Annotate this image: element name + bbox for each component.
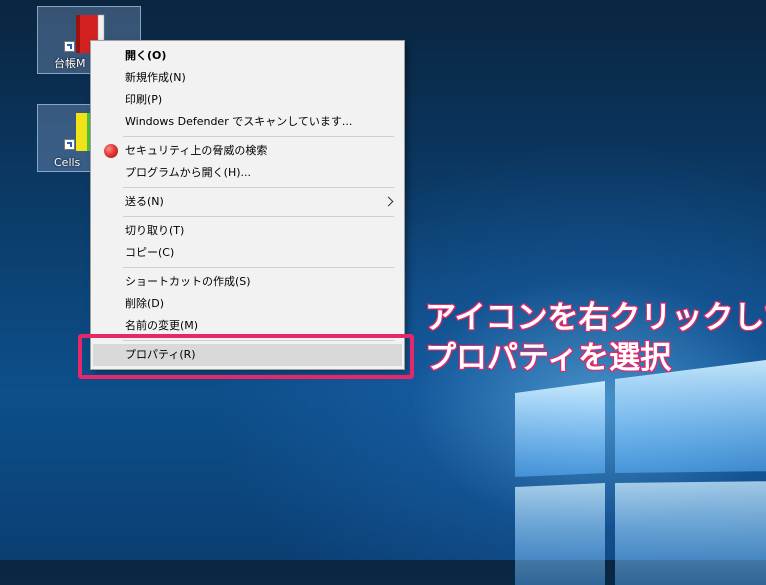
menu-separator <box>123 187 394 188</box>
menu-separator <box>123 267 394 268</box>
menu-item-delete[interactable]: 削除(D) <box>93 293 402 315</box>
shortcut-arrow-icon <box>64 139 75 150</box>
menu-item-print[interactable]: 印刷(P) <box>93 89 402 111</box>
menu-separator <box>123 216 394 217</box>
menu-separator <box>123 136 394 137</box>
annotation-line-1: アイコンを右クリックして <box>424 299 766 337</box>
chevron-right-icon <box>383 196 394 207</box>
highlight-box <box>78 334 414 379</box>
menu-item-create-shortcut[interactable]: ショートカットの作成(S) <box>93 271 402 293</box>
menu-item-security-scan[interactable]: セキュリティ上の脅威の検索 <box>93 140 402 162</box>
menu-item-send-to[interactable]: 送る(N) <box>93 191 402 213</box>
annotation-line-2: プロパティを選択 <box>424 339 672 377</box>
menu-item-defender-scan[interactable]: Windows Defender でスキャンしています... <box>93 111 402 133</box>
menu-item-new[interactable]: 新規作成(N) <box>93 67 402 89</box>
security-shield-icon <box>104 144 118 158</box>
menu-item-copy[interactable]: コピー(C) <box>93 242 402 264</box>
menu-item-cut[interactable]: 切り取り(T) <box>93 220 402 242</box>
windows-logo-wallpaper <box>515 360 766 585</box>
instruction-annotation: アイコンを右クリックして プロパティを選択 <box>424 298 766 378</box>
context-menu: 開く(O) 新規作成(N) 印刷(P) Windows Defender でスキ… <box>90 40 405 370</box>
menu-item-open-with[interactable]: プログラムから開く(H)... <box>93 162 402 184</box>
shortcut-arrow-icon <box>64 41 75 52</box>
menu-item-open[interactable]: 開く(O) <box>93 45 402 67</box>
